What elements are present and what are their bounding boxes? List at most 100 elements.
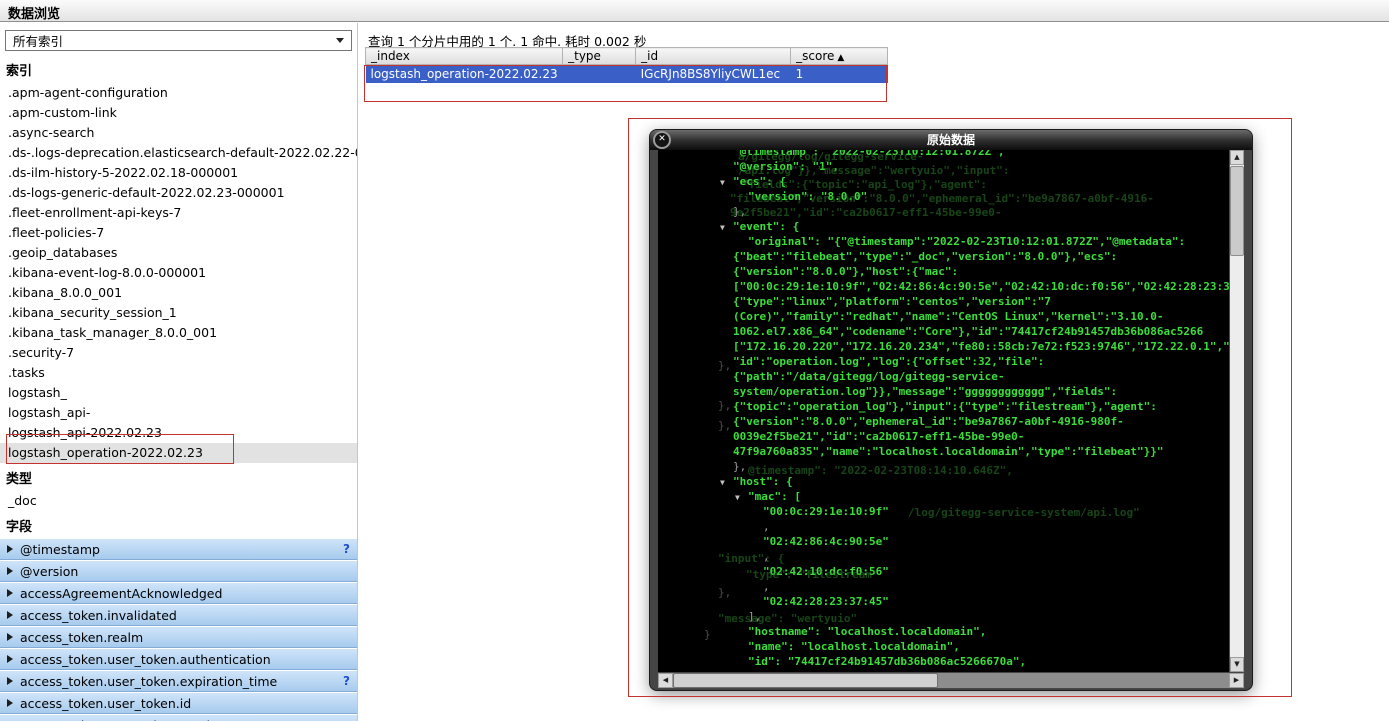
json-line: ▼ "mac": [ (658, 489, 1229, 504)
json-text: {"type":"linux","platform":"centos","ver… (733, 295, 1051, 308)
json-text: "00:0c:29:1e:10:9f" (763, 505, 889, 518)
json-text: {"path":"/data/gitegg/log/gitegg-service… (733, 370, 1005, 383)
ghost-text: }, (718, 399, 732, 412)
json-line: "02:42:10:dc:f0:56" (658, 564, 1229, 579)
scroll-left-button[interactable]: ◀ (658, 673, 673, 688)
table-row[interactable]: logstash_operation-2022.02.23 IGcRJn8BS8Y… (365, 64, 888, 83)
index-item[interactable]: logstash_operation-2022.02.23 (0, 443, 357, 463)
json-line: "02:42:28:23:37:45" (658, 594, 1229, 609)
field-item[interactable]: access_token.user_token.expiration_time? (0, 671, 357, 692)
table-cell: IGcRJn8BS8YliyCWL1ec (640, 66, 781, 81)
index-item[interactable]: .ds-logs-generic-default-2022.02.23-0000… (0, 183, 357, 203)
field-label: @version (20, 563, 79, 579)
index-select[interactable]: 所有索引 (5, 30, 352, 51)
index-list: .apm-agent-configuration .apm-custom-link… (0, 83, 357, 463)
json-line: {"path":"/data/gitegg/log/gitegg-service… (658, 369, 1229, 384)
field-item[interactable]: access_token.user_token.id (0, 693, 357, 714)
vertical-scroll-thumb[interactable] (1230, 166, 1244, 256)
raw-data-modal: ✕ 原始数据 "@timestamp": "2022-02-23T10:12:0… (650, 130, 1252, 690)
index-item[interactable]: .apm-agent-configuration (0, 83, 357, 103)
help-icon[interactable]: ? (343, 674, 350, 688)
raw-json-view: "@timestamp": "2022-02-23T10:12:01.872Z"… (658, 150, 1229, 672)
sidebar: 所有索引 索引 .apm-agent-configuration .apm-cus… (0, 23, 358, 721)
index-item[interactable]: .kibana_security_session_1 (0, 303, 357, 323)
json-line: {"beat":"filebeat","type":"_doc","versio… (658, 249, 1229, 264)
horizontal-scrollbar[interactable]: ◀ ▶ (658, 673, 1244, 688)
field-list: @timestamp? @version accessAgreementAcknow… (0, 539, 357, 721)
column-header-_id[interactable]: _id (635, 47, 792, 65)
expand-icon (7, 633, 13, 641)
field-item[interactable]: access_token.invalidated (0, 605, 357, 626)
json-text: "mac": [ (748, 490, 801, 503)
collapse-arrow-icon[interactable]: ▼ (720, 475, 733, 490)
index-item[interactable]: .ds-ilm-history-5-2022.02.18-000001 (0, 163, 357, 183)
json-text: {"version":"8.0.0"},"host":{"mac": (733, 265, 959, 278)
close-button[interactable]: ✕ (653, 131, 671, 149)
column-header-_type[interactable]: _type (562, 47, 637, 65)
index-item[interactable]: .fleet-enrollment-api-keys-7 (0, 203, 357, 223)
json-line: ▼ "event": { (658, 219, 1229, 234)
section-types-label: 类型 (6, 472, 33, 487)
field-item[interactable]: access_token.user_token.version (0, 715, 357, 721)
sort-arrow-icon: ▲ (837, 53, 845, 63)
index-item[interactable]: .async-search (0, 123, 357, 143)
json-text: "original": "{"@timestamp":"2022-02-23T1… (748, 235, 1186, 248)
table-cell: 1 (795, 66, 804, 81)
json-line: "02:42:86:4c:90:5e" (658, 534, 1229, 549)
section-indices-label: 索引 (6, 64, 33, 79)
json-text: ["172.16.20.220","172.16.20.234","fe80::… (733, 340, 1229, 353)
topbar: 数据浏览 (0, 0, 1389, 22)
column-header-_index[interactable]: _index (364, 47, 564, 65)
json-text: 1062.el7.x86_64","codename":"Core"},"id"… (733, 325, 1204, 338)
index-item[interactable]: .apm-custom-link (0, 103, 357, 123)
json-line: {"type":"linux","platform":"centos","ver… (658, 294, 1229, 309)
close-icon: ✕ (658, 134, 666, 144)
expand-icon (7, 611, 13, 619)
json-line: {"version":"8.0.0"},"host":{"mac": (658, 264, 1229, 279)
expand-icon (7, 655, 13, 663)
json-text: "02:42:86:4c:90:5e" (763, 535, 889, 548)
scroll-up-button[interactable]: ▲ (1230, 150, 1244, 165)
modal-title: 原始数据 (650, 130, 1252, 150)
json-line: , (658, 579, 1229, 594)
json-line: 1062.el7.x86_64","codename":"Core"},"id"… (658, 324, 1229, 339)
index-item[interactable]: .tasks (0, 363, 357, 383)
type-item[interactable]: _doc (0, 491, 357, 511)
vertical-scrollbar[interactable]: ▲ ▼ (1229, 150, 1244, 672)
json-text: , (763, 580, 770, 593)
index-item[interactable]: .security-7 (0, 343, 357, 363)
index-item[interactable]: logstash_api-2022.02.23 (0, 423, 357, 443)
json-text: 0039e2f5be21","id":"ca2b0617-eff1-45be-9… (733, 430, 1025, 443)
ghost-text: "input": { (718, 552, 785, 565)
index-item[interactable]: .kibana-event-log-8.0.0-000001 (0, 263, 357, 283)
index-item[interactable]: .ds-.logs-deprecation.elasticsearch-defa… (0, 143, 357, 163)
ghost-text: }, (718, 419, 732, 432)
collapse-arrow-icon[interactable]: ▼ (720, 175, 733, 190)
section-fields-label: 字段 (6, 520, 33, 535)
json-line: "id":"operation.log","log":{"offset":32,… (658, 354, 1229, 369)
scroll-down-button[interactable]: ▼ (1230, 657, 1244, 672)
collapse-arrow-icon[interactable]: ▼ (720, 220, 733, 235)
column-header-_score[interactable]: _score ▲ (790, 47, 889, 65)
json-line: 0039e2f5be21","id":"ca2b0617-eff1-45be-9… (658, 429, 1229, 444)
collapse-arrow-icon[interactable]: ▼ (735, 490, 748, 505)
field-item[interactable]: accessAgreementAcknowledged (0, 583, 357, 604)
index-item[interactable]: .geoip_databases (0, 243, 357, 263)
index-item[interactable]: logstash_ (0, 383, 357, 403)
field-item[interactable]: access_token.user_token.authentication (0, 649, 357, 670)
field-label: accessAgreementAcknowledged (20, 585, 223, 601)
json-text: "id": "74417cf24b91457db36b086ac5266670a… (748, 655, 1027, 668)
index-item[interactable]: .fleet-policies-7 (0, 223, 357, 243)
json-line: "id": "74417cf24b91457db36b086ac5266670a… (658, 654, 1229, 669)
help-icon[interactable]: ? (343, 542, 350, 556)
index-item[interactable]: .kibana_8.0.0_001 (0, 283, 357, 303)
index-item[interactable]: .kibana_task_manager_8.0.0_001 (0, 323, 357, 343)
field-item[interactable]: @version (0, 561, 357, 582)
index-item[interactable]: logstash_api- (0, 403, 357, 423)
field-item[interactable]: access_token.realm (0, 627, 357, 648)
horizontal-scroll-thumb[interactable] (673, 673, 938, 688)
json-text: "hostname": "localhost.localdomain", (748, 625, 987, 638)
json-text: {"topic":"operation_log"},"input":{"type… (733, 400, 1157, 413)
field-item[interactable]: @timestamp? (0, 539, 357, 560)
scroll-right-button[interactable]: ▶ (1229, 673, 1244, 688)
